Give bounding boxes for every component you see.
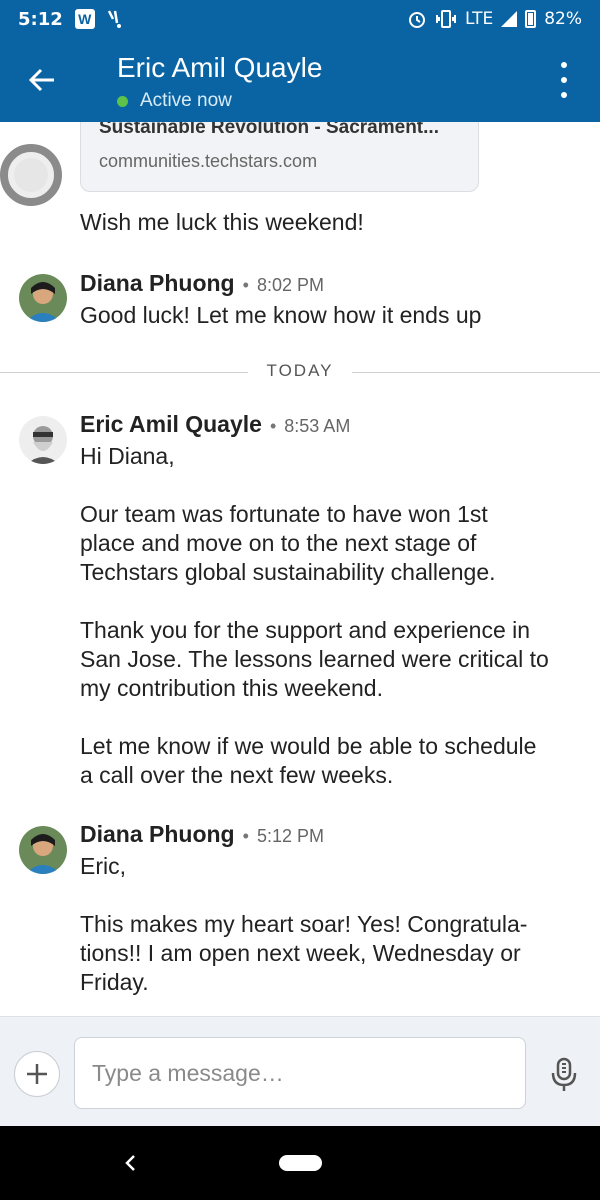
separator-dot: • xyxy=(242,826,249,846)
sender-name[interactable]: Diana Phuong xyxy=(80,821,235,848)
status-time: 5:12 xyxy=(18,8,63,30)
plus-icon xyxy=(27,1064,47,1084)
message-header: Diana Phuong • 8:02 PM xyxy=(80,270,324,297)
conversation-header: Eric Amil Quayle Active now xyxy=(0,38,600,122)
microphone-icon xyxy=(551,1057,577,1091)
battery-icon xyxy=(525,10,537,28)
message-list[interactable]: Sustainable Revolution - Sacrament... co… xyxy=(0,122,600,1016)
alarm-icon xyxy=(407,9,427,29)
sender-name[interactable]: Diana Phuong xyxy=(80,270,235,297)
vibrate-icon xyxy=(435,9,457,29)
link-preview-card[interactable]: Sustainable Revolution - Sacrament... co… xyxy=(80,122,479,192)
missed-call-icon xyxy=(107,9,123,29)
message-header: Diana Phuong • 5:12 PM xyxy=(80,821,324,848)
add-attachment-button[interactable] xyxy=(14,1051,60,1097)
back-button[interactable] xyxy=(20,60,64,100)
avatar[interactable] xyxy=(0,144,62,206)
date-divider-label: TODAY xyxy=(248,361,352,380)
message-time: 5:12 PM xyxy=(256,826,324,846)
message-text: Good luck! Let me know how it ends up xyxy=(80,302,482,328)
message-text: Wish me luck this weekend! xyxy=(80,209,364,235)
chevron-left-icon xyxy=(125,1155,135,1171)
presence-label: Active now xyxy=(140,90,232,111)
battery-percent: 82% xyxy=(544,9,582,29)
message-input[interactable] xyxy=(74,1037,526,1109)
avatar[interactable] xyxy=(19,274,67,322)
active-dot-icon xyxy=(117,95,128,107)
arrow-left-icon xyxy=(28,68,54,92)
home-button[interactable] xyxy=(279,1155,322,1171)
voice-message-button[interactable] xyxy=(544,1051,584,1099)
more-options-button[interactable] xyxy=(554,62,574,98)
more-vert-icon xyxy=(561,62,567,68)
message-text: Hi Diana, Our team was fortunate to have… xyxy=(80,443,549,788)
sender-name[interactable]: Eric Amil Quayle xyxy=(80,411,262,438)
presence-status: Active now xyxy=(117,90,232,112)
system-back-button[interactable] xyxy=(118,1148,142,1178)
link-preview-title: Sustainable Revolution - Sacrament... xyxy=(99,122,439,138)
message-composer xyxy=(0,1016,600,1126)
message-time: 8:02 PM xyxy=(256,275,324,295)
message-time: 8:53 AM xyxy=(284,416,351,436)
avatar[interactable] xyxy=(19,416,67,464)
link-preview-url: communities.techstars.com xyxy=(99,151,318,171)
message-text: Eric, This makes my heart soar! Yes! Con… xyxy=(80,853,528,995)
message-header: Eric Amil Quayle • 8:53 AM xyxy=(80,411,350,438)
app-notification-icon: W xyxy=(74,9,95,29)
signal-icon xyxy=(501,11,518,27)
date-divider: TODAY xyxy=(0,361,600,380)
system-nav-bar xyxy=(0,1126,600,1200)
network-type: LTE xyxy=(464,9,494,29)
avatar[interactable] xyxy=(19,826,67,874)
separator-dot: • xyxy=(269,416,277,436)
contact-name[interactable]: Eric Amil Quayle xyxy=(117,52,322,84)
status-bar: 5:12 W LTE 82% xyxy=(0,0,600,38)
separator-dot: • xyxy=(242,275,249,295)
